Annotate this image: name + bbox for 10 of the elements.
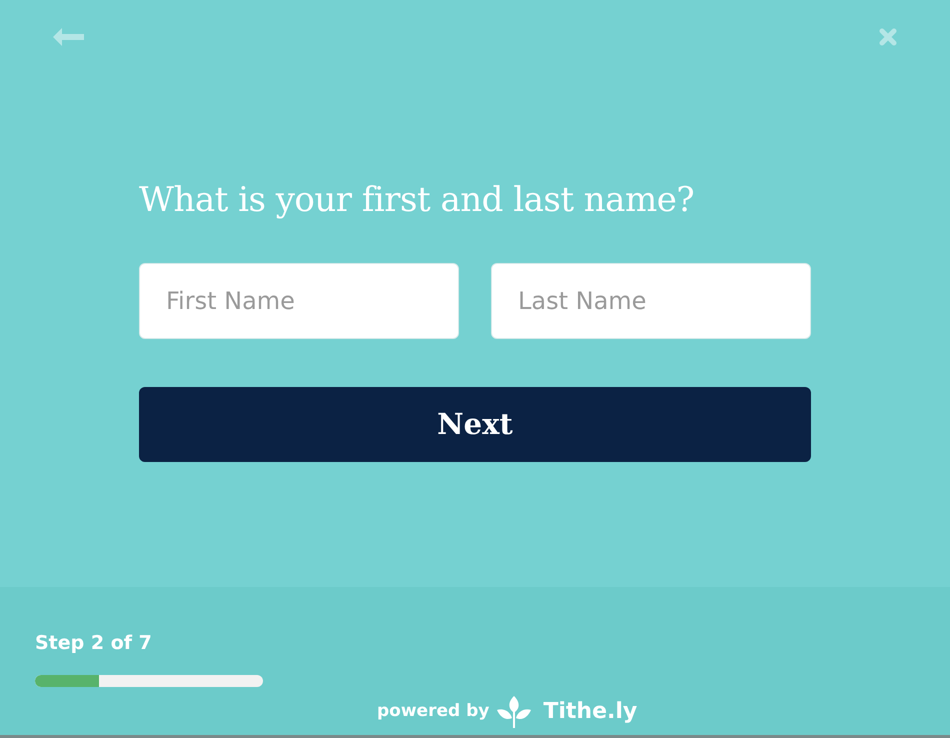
close-icon[interactable] (879, 28, 897, 46)
question-heading: What is your first and last name? (139, 180, 696, 220)
step-label: Step 2 of 7 (35, 631, 153, 655)
powered-by-text: powered by (377, 700, 490, 723)
name-field[interactable]: Last Name (491, 263, 811, 339)
brand-name: Tithe.ly (543, 698, 638, 726)
leaf-logo-icon (497, 696, 532, 728)
name-field[interactable]: First Name (139, 263, 459, 339)
next-button[interactable]: Next (139, 387, 811, 462)
back-arrow-icon[interactable] (53, 27, 84, 47)
